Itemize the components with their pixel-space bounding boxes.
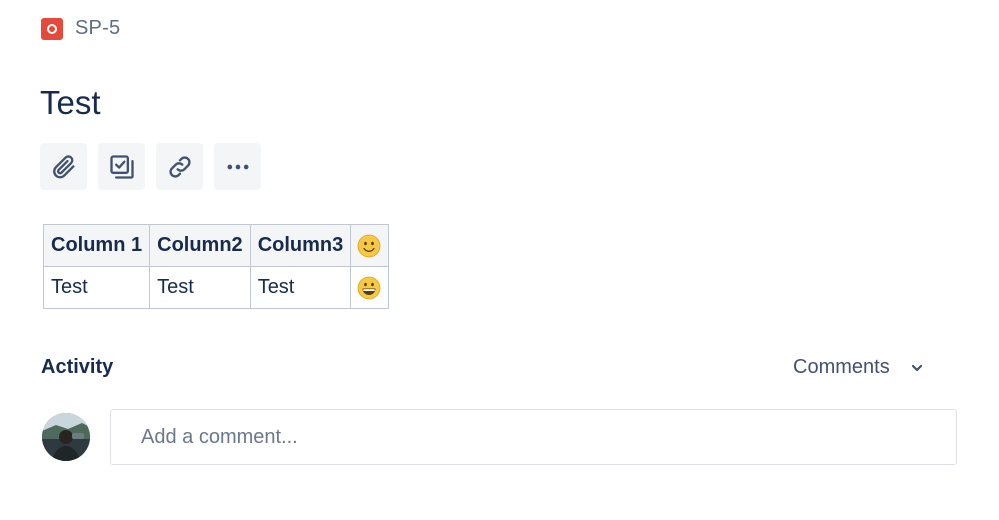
add-comment-field[interactable]: Add a comment... xyxy=(110,409,957,465)
issue-summary[interactable]: Test xyxy=(40,84,101,122)
paperclip-icon xyxy=(52,154,75,178)
table-cell: Test xyxy=(249,266,352,309)
link-icon xyxy=(168,155,191,178)
create-subtask-button[interactable] xyxy=(98,143,145,190)
user-photo xyxy=(42,413,90,461)
table-cell xyxy=(350,266,390,309)
bug-icon xyxy=(41,17,63,40)
table-cell: Test xyxy=(42,266,151,309)
avatar[interactable] xyxy=(42,413,90,461)
grinning-face-emoji xyxy=(357,276,381,299)
comment-placeholder[interactable]: Add a comment... xyxy=(141,426,298,449)
issue-key[interactable]: SP-5 xyxy=(41,17,120,40)
activity-filter-dropdown[interactable]: Comments xyxy=(793,356,924,379)
link-issue-button[interactable] xyxy=(156,143,203,190)
table-header-cell: Column3 xyxy=(249,224,352,267)
ellipsis-icon xyxy=(227,164,248,169)
attach-button[interactable] xyxy=(40,143,87,190)
table-header-row: Column 1 Column2 Column3 xyxy=(42,224,390,267)
activity-heading: Activity xyxy=(41,356,114,378)
chevron-down-icon[interactable] xyxy=(910,361,924,375)
table-cell: Test xyxy=(149,266,251,309)
activity-filter-label[interactable]: Comments xyxy=(793,356,890,379)
more-actions-button[interactable] xyxy=(214,143,261,190)
subtask-icon xyxy=(109,154,134,179)
table-header-cell: Column2 xyxy=(149,224,251,267)
issue-toolbar xyxy=(40,143,272,190)
table-row: Test Test Test xyxy=(42,266,390,309)
issue-key-label[interactable]: SP-5 xyxy=(75,17,120,40)
slightly-smiling-face-emoji xyxy=(357,234,381,257)
table-header-cell: Column 1 xyxy=(42,224,151,267)
description-table: Column 1 Column2 Column3 Test Test Test xyxy=(42,224,390,309)
table-header-cell xyxy=(350,224,390,267)
